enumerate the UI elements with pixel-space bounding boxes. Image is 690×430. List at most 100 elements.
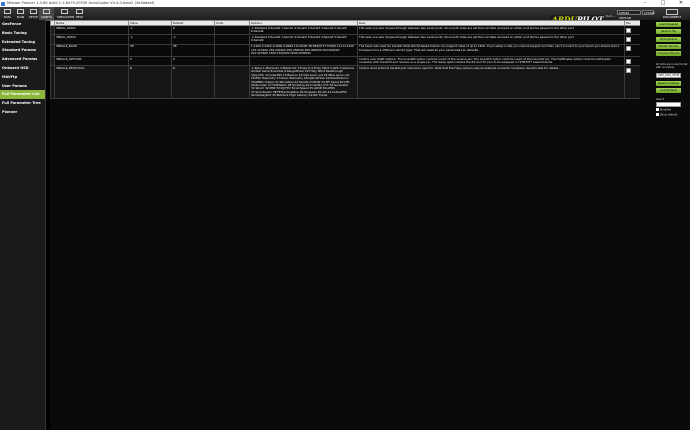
- toolbar-label: SIMULATION: [57, 14, 75, 19]
- param-units-cell: [214, 24, 250, 36]
- sidebar-item-advanced-params[interactable]: Advanced Params: [0, 55, 45, 64]
- load-presaved-button[interactable]: Load Presaved: [656, 22, 681, 27]
- fav-checkbox[interactable]: [626, 46, 631, 52]
- param-name-cell: SERIAL_PASS1: [54, 24, 129, 36]
- param-units-cell: [214, 65, 250, 100]
- toolbar-help-button[interactable]: HELP: [72, 7, 87, 20]
- table-row: SERIAL_PASS1 -1 0 -1:Disabled 0:Serial0 …: [50, 24, 641, 36]
- param-default-cell: 0: [171, 24, 215, 36]
- search-label: Search: [656, 98, 665, 101]
- toolbar-config-button[interactable]: CONFIG: [39, 7, 54, 20]
- load-default-button[interactable]: Load Default: [656, 88, 681, 93]
- sidebar-item-full-parameter-list[interactable]: Full Parameter List: [0, 90, 45, 100]
- sidebar-item-full-parameter-tree[interactable]: Full Parameter Tree: [0, 99, 45, 108]
- param-default-cell: -1: [171, 34, 215, 45]
- param-options-cell: -1:Disabled 0:Serial0 1:Serial1 2:Serial…: [249, 34, 358, 45]
- data-icon: [4, 8, 11, 14]
- sidebar-item-planner[interactable]: Planner: [0, 108, 45, 117]
- param-options-cell: 1:1200 2:2400 4:4800 9:9600 19:19200 38:…: [249, 43, 358, 58]
- modified-checkbox[interactable]: Modified: [656, 108, 671, 112]
- param-fav-cell[interactable]: [624, 34, 641, 45]
- param-value-cell[interactable]: -1: [128, 34, 172, 45]
- fav-checkbox[interactable]: [626, 36, 631, 42]
- param-desc-cell: The baud rate used for Serial6. Most stm…: [357, 43, 625, 58]
- param-units-cell: [214, 43, 250, 58]
- units-info-text: All Units are in raw format with no scal…: [656, 63, 688, 69]
- param-default-cell: 8: [171, 65, 215, 100]
- param-name-cell: SERIAL_PASS2: [54, 34, 129, 45]
- sidebar-item-extended-tuning[interactable]: Extended Tuning: [0, 38, 45, 47]
- plan-icon: [17, 8, 24, 14]
- stats-link[interactable]: Stats...: [605, 14, 616, 18]
- param-file-select[interactable]: X2M_Attrs_MOM: [656, 73, 681, 78]
- param-name-cell: SERIAL6_PROTOCOL: [54, 65, 129, 100]
- parameter-actions-panel: Load Presaved Save to File Write Params …: [640, 20, 690, 430]
- param-options-cell: -1:Disabled 0:Serial0 1:Serial1 2:Serial…: [249, 24, 358, 36]
- param-fav-cell[interactable]: [624, 65, 641, 100]
- parameter-grid-area: Name Value Default Units Options Desc Fa…: [50, 20, 641, 430]
- com-port-select[interactable]: COM16 UDPCAN: [617, 10, 641, 20]
- table-row: SERIAL_PASS2 -1 -1 -1:Disabled 0:Serial0…: [50, 34, 641, 45]
- param-name-cell: SERIAL6_BAUD: [54, 43, 129, 58]
- param-value-cell-selected[interactable]: 8: [128, 65, 172, 100]
- save-to-file-button[interactable]: Save to File: [656, 29, 681, 34]
- table-row-selected: SERIAL6_PROTOCOL 8 8 -1:None 1:MAVLink1 …: [50, 65, 641, 100]
- disconnect-button[interactable]: DISCONNECT: [658, 9, 686, 19]
- show-default-label: Show Default: [660, 113, 678, 117]
- toolbar-label: CONFIG: [41, 14, 52, 19]
- disconnect-label: DISCONNECT: [662, 15, 682, 19]
- sidebar-item-basic-tuning[interactable]: Basic Tuning: [0, 29, 45, 38]
- sidebar-item-geofence[interactable]: GeoFence: [0, 20, 45, 29]
- param-fav-cell[interactable]: [624, 24, 641, 36]
- maximize-button[interactable]: □: [654, 0, 672, 7]
- param-desc-cell: Control over UART options. The InvertRX …: [357, 56, 625, 67]
- baud-select[interactable]: 115200: [642, 10, 655, 15]
- checkbox-icon: [656, 108, 659, 111]
- app-icon: [1, 1, 5, 6]
- fav-checkbox[interactable]: [626, 27, 631, 33]
- close-button[interactable]: ✕: [672, 0, 690, 7]
- reset-to-default-button[interactable]: Reset to Default: [656, 81, 681, 86]
- search-input[interactable]: [656, 102, 681, 107]
- compare-params-button[interactable]: Compare Params: [656, 51, 681, 56]
- config-icon: [43, 8, 50, 14]
- fav-checkbox[interactable]: [626, 58, 631, 64]
- main-toolbar: DATA PLAN SETUP CONFIG SIMULATION HELP A…: [0, 7, 690, 24]
- param-desc-cell: This sets one side of pass-through betwe…: [357, 24, 625, 36]
- parameter-table: Name Value Default Units Options Desc Fa…: [50, 20, 641, 100]
- param-fav-cell[interactable]: [624, 56, 641, 67]
- param-desc-cell: Control what protocol Serial6 port shoul…: [357, 65, 625, 100]
- param-options-cell: [249, 56, 358, 67]
- param-fav-cell[interactable]: [624, 43, 641, 58]
- minimize-button[interactable]: –: [636, 0, 654, 7]
- param-value-cell[interactable]: 38: [128, 43, 172, 58]
- param-name-cell: SERIAL6_OPTIONS: [54, 56, 129, 67]
- sidebar-item-mavftp[interactable]: MAVFtp: [0, 73, 45, 82]
- toolbar-simulation-button[interactable]: SIMULATION: [57, 7, 75, 20]
- fav-checkbox[interactable]: [626, 67, 631, 73]
- write-params-button[interactable]: Write Params: [656, 37, 681, 42]
- sidebar-item-user-params[interactable]: User Params: [0, 82, 45, 91]
- toolbar-label: HELP: [75, 14, 84, 19]
- param-units-cell: [214, 34, 250, 45]
- param-desc-cell: This sets one side of pass-through betwe…: [357, 34, 625, 45]
- sidebar-item-standard-params[interactable]: Standard Params: [0, 46, 45, 55]
- show-default-checkbox[interactable]: Show Default: [656, 113, 677, 117]
- param-default-cell: 38: [171, 43, 215, 58]
- param-options-cell: -1:None 1:MAVLink1 2:MAVLink2 3:Frsky D …: [249, 65, 358, 100]
- simulation-icon: [61, 8, 68, 14]
- sidebar-item-onboard-osd[interactable]: Onboard OSD: [0, 64, 45, 73]
- window-title: Mission Planner 1.3.80 build 1.3.8479.20…: [7, 1, 155, 5]
- setup-icon: [30, 8, 37, 14]
- table-row: SERIAL6_OPTIONS 0 0 Control over UART op…: [50, 56, 641, 67]
- param-value-cell[interactable]: -1: [128, 24, 172, 36]
- param-value-cell[interactable]: 0: [128, 56, 172, 67]
- help-icon: [76, 8, 83, 14]
- modified-label: Modified: [660, 108, 672, 112]
- title-bar: Mission Planner 1.3.80 build 1.3.8479.20…: [0, 0, 690, 7]
- checkbox-icon: [656, 113, 659, 116]
- refresh-params-button[interactable]: Refresh Params: [656, 44, 681, 49]
- param-units-cell: [214, 56, 250, 67]
- param-default-cell: 0: [171, 56, 215, 67]
- table-row: SERIAL6_BAUD 38 38 1:1200 2:2400 4:4800 …: [50, 43, 641, 58]
